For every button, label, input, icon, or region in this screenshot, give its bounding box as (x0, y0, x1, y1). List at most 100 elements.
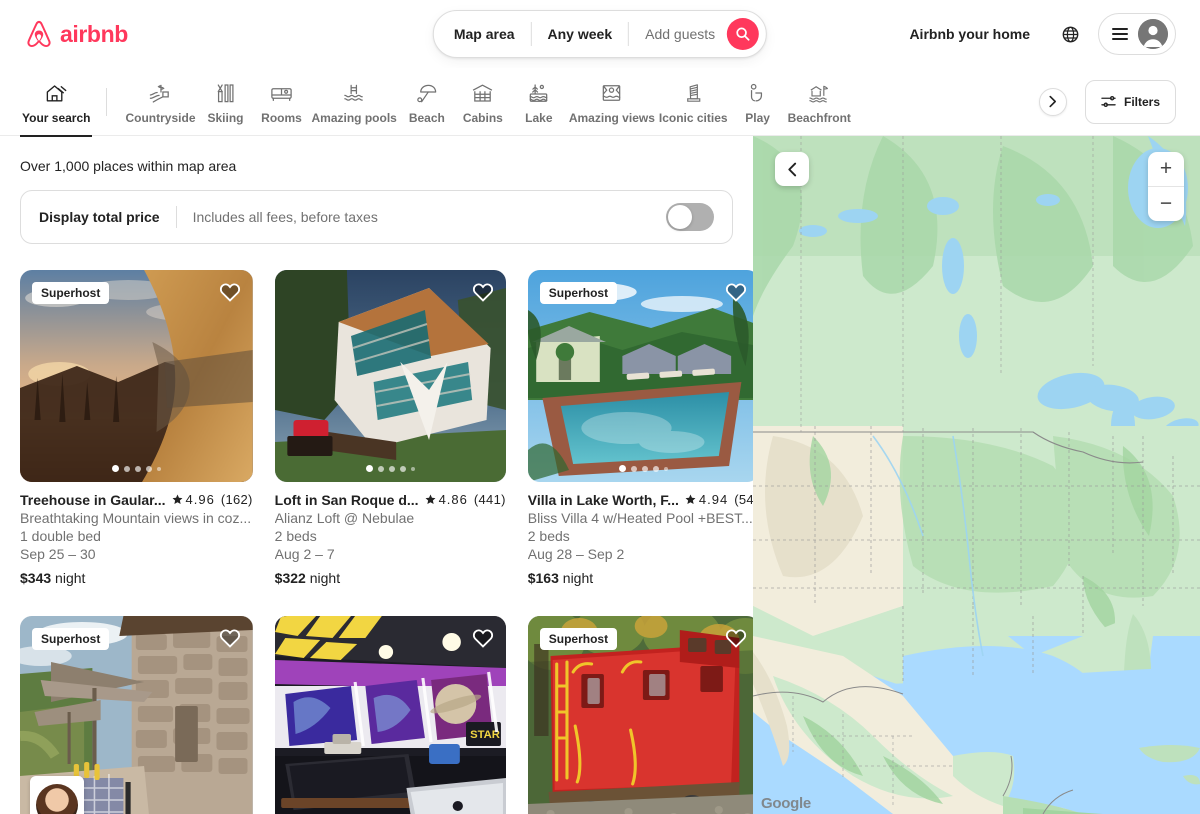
airbnb-logo-icon (24, 18, 54, 50)
listing-beds: 2 beds (527, 528, 570, 544)
category-lake[interactable]: Lake (511, 75, 567, 128)
listing-rating: 4.96 (162) (172, 492, 253, 507)
listing-rating: 4.86 (441) (425, 492, 506, 507)
image-carousel-dots[interactable] (275, 465, 506, 472)
category-label: Lake (525, 111, 553, 125)
listing-card[interactable]: Superhost (527, 616, 753, 814)
favorite-heart-icon[interactable] (472, 628, 494, 653)
host-face-icon (36, 784, 78, 814)
beach-icon (417, 84, 437, 103)
filters-button[interactable]: Filters (1084, 79, 1176, 124)
category-label: Beach (408, 111, 445, 125)
category-label: Play (745, 111, 770, 125)
listing-image[interactable]: STAR (274, 616, 506, 814)
search-location[interactable]: Map area (434, 11, 531, 57)
amazing-views-icon (603, 85, 621, 101)
category-label: Your search (22, 111, 91, 125)
amazing-pools-icon (343, 84, 363, 101)
map-zoom-out-button[interactable]: − (1148, 187, 1184, 221)
results-panel: Over 1,000 places within map area Displa… (0, 136, 753, 814)
category-label: Cabins (462, 111, 503, 125)
heart-icon (472, 283, 493, 302)
chevron-right-icon (1049, 95, 1057, 108)
favorite-heart-icon[interactable] (725, 628, 747, 653)
favorite-heart-icon[interactable] (472, 282, 494, 307)
map-zoom-in-button[interactable]: + (1148, 152, 1184, 186)
listing-dates: Aug 28 – Sep 2 (527, 546, 625, 562)
heart-icon (219, 629, 240, 648)
category-label: Beachfront (787, 111, 851, 125)
listing-image[interactable] (274, 270, 506, 482)
category-countryside[interactable]: Countryside (123, 75, 197, 128)
listing-title-row: Villa in Lake Worth, F... 4.94 (54) (528, 492, 753, 508)
superhost-badge: Superhost (539, 282, 618, 304)
listing-beds: 1 double bed (20, 528, 101, 544)
listing-beds: 2 beds (274, 528, 317, 544)
beachfront-icon (809, 85, 828, 103)
total-price-subtitle: Includes all fees, before taxes (192, 209, 378, 225)
category-play[interactable]: Play (730, 75, 786, 128)
category-skiing[interactable]: Skiing (198, 75, 254, 128)
listing-price-amount: $322 (274, 570, 306, 586)
map-attribution: Google (761, 795, 811, 812)
category-amazing-pools[interactable]: Amazing pools (310, 75, 399, 128)
category-your-search[interactable]: Your search (20, 75, 93, 137)
map-canvas-image (753, 136, 1200, 814)
rating-value: 4.94 (698, 492, 729, 507)
superhost-badge: Superhost (32, 282, 110, 304)
top-header: airbnb Map area Any week Add guests Airb… (0, 0, 1200, 68)
search-guests[interactable]: Add guests (629, 11, 727, 57)
listing-card[interactable]: STAR (274, 616, 506, 814)
listing-card[interactable]: Loft in San Roque d... 4.86 (441) Alianz… (274, 270, 506, 586)
category-beachfront[interactable]: Beachfront (786, 75, 853, 128)
search-submit-button[interactable] (727, 18, 760, 50)
hamburger-icon (1112, 28, 1128, 40)
total-price-title: Display total price (39, 209, 160, 225)
listing-image[interactable]: Superhost (20, 616, 253, 814)
listing-image[interactable]: Superhost (527, 616, 753, 814)
total-price-toggle[interactable] (666, 203, 714, 231)
favorite-heart-icon[interactable] (219, 628, 241, 653)
airbnb-logo-text: airbnb (60, 20, 128, 47)
listing-price-amount: $343 (20, 570, 52, 586)
listing-title: Treehouse in Gaular... (20, 492, 166, 508)
category-amazing-views[interactable]: Amazing views (567, 75, 657, 128)
image-carousel-dots[interactable] (20, 465, 253, 472)
listing-dates: Aug 2 – 7 (274, 546, 335, 562)
heart-icon (219, 283, 240, 302)
results-count: Over 1,000 places within map area (20, 158, 237, 174)
listing-subtitle: Bliss Villa 4 w/Heated Pool +BEST... (527, 510, 753, 526)
category-iconic-cities[interactable]: Iconic cities (657, 75, 730, 128)
listing-price-unit: night (55, 570, 86, 586)
search-bar[interactable]: Map area Any week Add guests (432, 10, 768, 58)
listing-card[interactable]: Superhost Villa in Lake Worth, F... 4.94… (527, 270, 753, 586)
category-label: Countryside (125, 111, 196, 125)
category-rooms[interactable]: Rooms (254, 75, 310, 128)
map-collapse-button[interactable] (775, 152, 809, 186)
category-beach[interactable]: Beach (399, 75, 455, 128)
user-avatar-icon (1138, 19, 1168, 49)
star-icon (425, 494, 436, 504)
search-dates[interactable]: Any week (532, 11, 629, 57)
listing-card[interactable]: Superhost (20, 616, 253, 814)
listing-subtitle: Alianz Loft @ Nebulae (274, 510, 415, 526)
airbnb-logo[interactable]: airbnb (24, 18, 128, 50)
listing-image[interactable]: Superhost (20, 270, 253, 482)
host-your-home-link[interactable]: Airbnb your home (897, 14, 1042, 54)
image-carousel-dots[interactable] (528, 465, 753, 472)
favorite-heart-icon[interactable] (219, 282, 241, 307)
favorite-heart-icon[interactable] (725, 282, 747, 307)
listing-card[interactable]: Superhost Treehouse in Gaular... 4.96 (1… (20, 270, 253, 586)
map-panel[interactable]: MANITOBA SASKATCHEWAN ONTARIO MONTANA NO… (753, 136, 1200, 814)
category-label: Rooms (261, 111, 302, 125)
skiing-icon (217, 84, 234, 103)
category-next-button[interactable] (1038, 87, 1067, 116)
language-globe-button[interactable] (1050, 14, 1090, 54)
listing-title-row: Loft in San Roque d... 4.86 (441) (275, 492, 506, 508)
listing-price: $322 night (275, 570, 506, 586)
listing-image[interactable]: Superhost (527, 270, 753, 482)
listing-title-row: Treehouse in Gaular... 4.96 (162) (20, 492, 253, 508)
profile-menu-button[interactable] (1098, 13, 1176, 55)
category-cabins[interactable]: Cabins (455, 75, 511, 128)
listings-grid: Superhost Treehouse in Gaular... 4.96 (1… (20, 270, 753, 814)
